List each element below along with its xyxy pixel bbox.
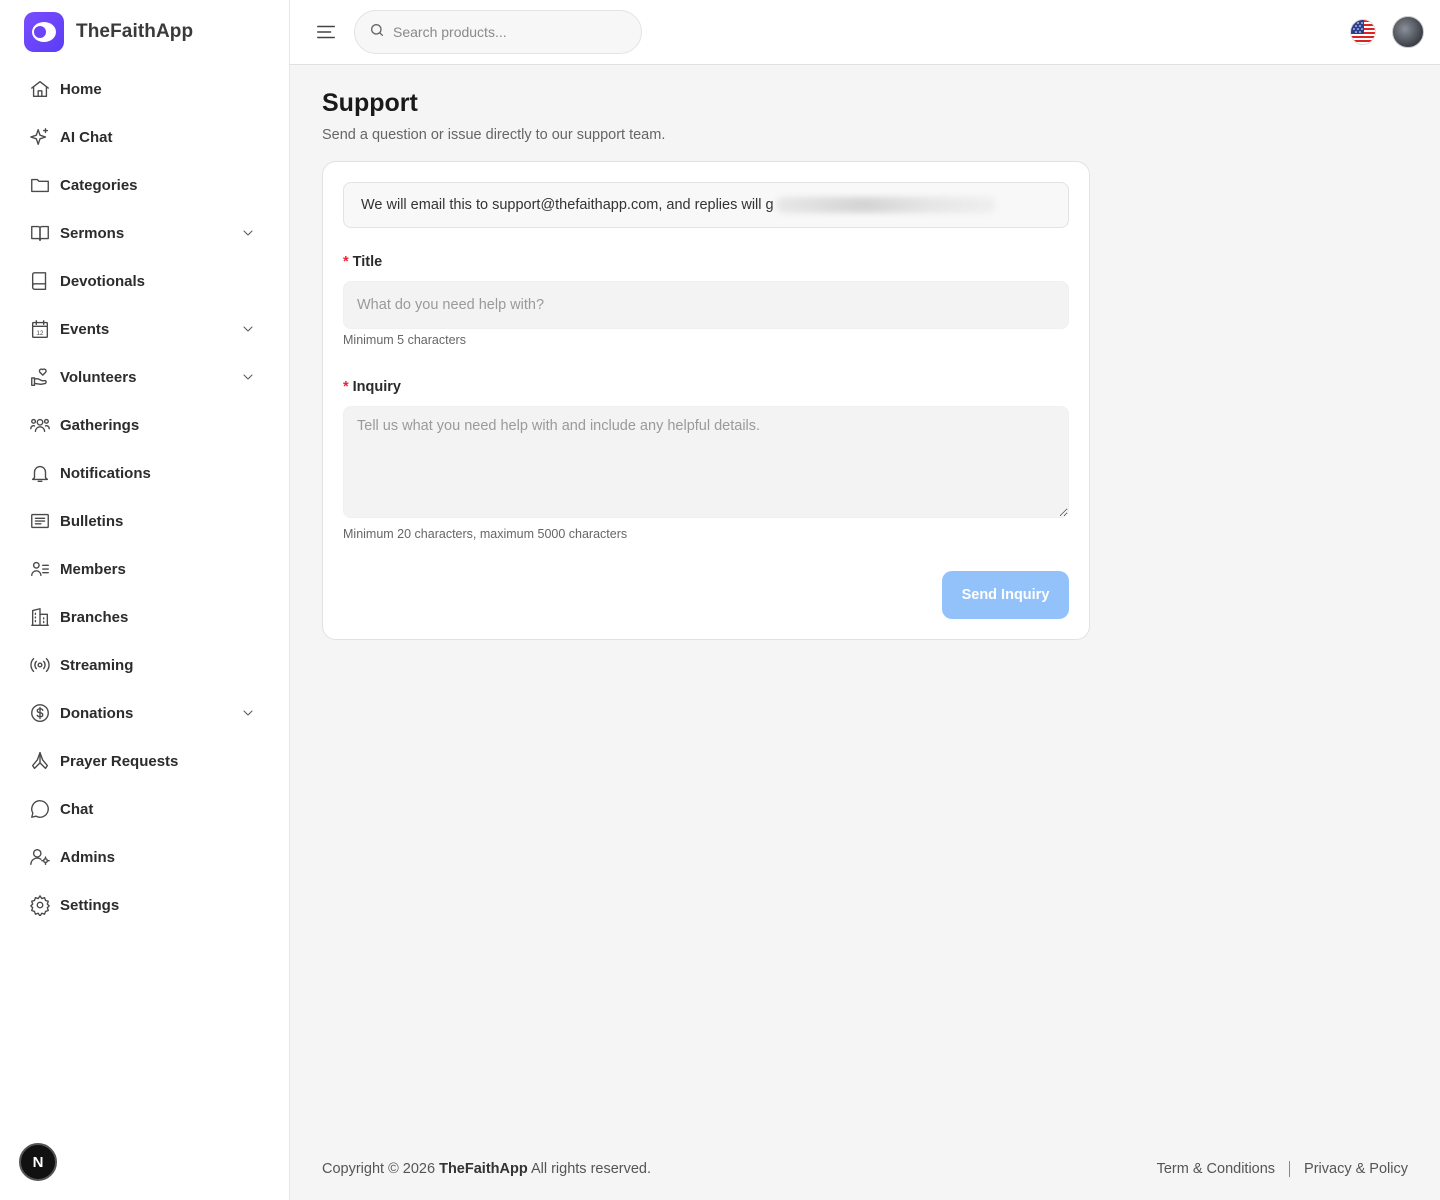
sidebar-item-label: Categories: [60, 176, 138, 194]
chevron-down-icon[interactable]: [238, 223, 258, 243]
required-mark: *: [343, 379, 349, 395]
footer-links: Term & Conditions Privacy & Policy: [1157, 1161, 1408, 1177]
user-gear-icon: [28, 845, 52, 869]
sparkles-icon: [28, 125, 52, 149]
sidebar-item-streaming[interactable]: Streaming: [16, 641, 274, 689]
copyright-prefix: Copyright © 2026: [322, 1161, 436, 1177]
sidebar-item-events[interactable]: 12 Events: [16, 305, 274, 353]
sidebar-item-devotionals[interactable]: Devotionals: [16, 257, 274, 305]
terms-link[interactable]: Term & Conditions: [1157, 1161, 1275, 1177]
sidebar-item-label: Events: [60, 320, 110, 338]
sidebar-item-label: Volunteers: [60, 368, 137, 386]
building-icon: [28, 605, 52, 629]
book-icon: [28, 269, 52, 293]
sidebar-item-admins[interactable]: Admins: [16, 833, 274, 881]
sidebar-item-bulletins[interactable]: Bulletins: [16, 497, 274, 545]
user-avatar[interactable]: [1392, 16, 1424, 48]
sidebar-item-settings[interactable]: Settings: [16, 881, 274, 929]
search-box[interactable]: [354, 10, 642, 54]
sidebar-item-volunteers[interactable]: Volunteers: [16, 353, 274, 401]
sidebar-item-label: Devotionals: [60, 272, 146, 290]
calendar-icon: 12: [28, 317, 52, 341]
newspaper-icon: [28, 509, 52, 533]
us-flag-icon[interactable]: [1350, 19, 1376, 45]
email-notice: We will email this to support@thefaithap…: [343, 182, 1069, 228]
send-inquiry-button[interactable]: Send Inquiry: [942, 571, 1069, 619]
title-label: * Title: [343, 254, 382, 270]
app-logo: [24, 12, 64, 52]
svg-text:12: 12: [36, 330, 44, 337]
title-hint: Minimum 5 characters: [343, 333, 466, 347]
title-input[interactable]: [343, 281, 1069, 329]
praying-hands-icon: [28, 749, 52, 773]
chevron-down-icon[interactable]: [238, 703, 258, 723]
copyright: Copyright © 2026 TheFaithApp All rights …: [322, 1161, 651, 1177]
search-icon: [369, 22, 385, 43]
chevron-down-icon[interactable]: [238, 319, 258, 339]
sidebar-item-label: Streaming: [60, 656, 134, 674]
page-subtitle: Send a question or issue directly to our…: [322, 127, 666, 143]
menu-toggle-button[interactable]: [314, 20, 338, 44]
inquiry-label: * Inquiry: [343, 379, 401, 395]
hand-heart-icon: [28, 365, 52, 389]
sidebar-item-label: Donations: [60, 704, 134, 722]
sidebar-item-label: Branches: [60, 608, 129, 626]
chat-bubble-icon: [28, 797, 52, 821]
chevron-down-icon[interactable]: [238, 367, 258, 387]
folder-icon: [28, 173, 52, 197]
sidebar-item-label: Home: [60, 80, 102, 98]
sidebar-item-ai-chat[interactable]: AI Chat: [16, 113, 274, 161]
footer-divider: [1289, 1161, 1291, 1177]
sidebar-item-label: Chat: [60, 800, 94, 818]
support-form-card: We will email this to support@thefaithap…: [322, 161, 1090, 640]
sidebar-item-notifications[interactable]: Notifications: [16, 449, 274, 497]
inquiry-hint: Minimum 20 characters, maximum 5000 char…: [343, 527, 628, 541]
inquiry-label-text: Inquiry: [352, 379, 401, 395]
top-bar: [290, 0, 1440, 65]
copyright-brand: TheFaithApp: [439, 1161, 528, 1177]
page-title: Support: [322, 89, 418, 117]
email-notice-text: We will email this to support@thefaithap…: [361, 197, 774, 213]
redacted-email: [775, 197, 996, 213]
required-mark: *: [343, 254, 349, 270]
sidebar-item-gatherings[interactable]: Gatherings: [16, 401, 274, 449]
sidebar-item-label: Members: [60, 560, 126, 578]
sidebar: TheFaithApp Home AI Chat Categories Serm…: [0, 0, 290, 1200]
sidebar-item-members[interactable]: Members: [16, 545, 274, 593]
gear-icon: [28, 893, 52, 917]
title-label-text: Title: [352, 254, 383, 270]
sidebar-item-label: Settings: [60, 896, 120, 914]
sidebar-item-label: Bulletins: [60, 512, 124, 530]
home-icon: [28, 77, 52, 101]
app-name: TheFaithApp: [76, 21, 194, 42]
sidebar-item-label: Notifications: [60, 464, 151, 482]
brand[interactable]: TheFaithApp: [24, 12, 193, 52]
sidebar-item-donations[interactable]: Donations: [16, 689, 274, 737]
inquiry-textarea[interactable]: [343, 406, 1069, 518]
sidebar-item-categories[interactable]: Categories: [16, 161, 274, 209]
sidebar-item-prayer-requests[interactable]: Prayer Requests: [16, 737, 274, 785]
sidebar-item-label: AI Chat: [60, 128, 113, 146]
sidebar-item-home[interactable]: Home: [16, 65, 274, 113]
sidebar-item-label: Sermons: [60, 224, 125, 242]
dollar-circle-icon: [28, 701, 52, 725]
sidebar-nav: Home AI Chat Categories Sermons Devotion…: [16, 65, 274, 929]
sidebar-item-sermons[interactable]: Sermons: [16, 209, 274, 257]
user-list-icon: [28, 557, 52, 581]
bell-icon: [28, 461, 52, 485]
privacy-link[interactable]: Privacy & Policy: [1304, 1161, 1408, 1177]
sidebar-item-label: Admins: [60, 848, 116, 866]
broadcast-icon: [28, 653, 52, 677]
book-open-icon: [28, 221, 52, 245]
sidebar-item-label: Prayer Requests: [60, 752, 179, 770]
sidebar-item-label: Gatherings: [60, 416, 140, 434]
sidebar-item-branches[interactable]: Branches: [16, 593, 274, 641]
search-input[interactable]: [393, 24, 613, 40]
sidebar-item-chat[interactable]: Chat: [16, 785, 274, 833]
dev-tools-badge[interactable]: N: [19, 1143, 57, 1181]
group-icon: [28, 413, 52, 437]
copyright-suffix: All rights reserved.: [530, 1161, 652, 1177]
